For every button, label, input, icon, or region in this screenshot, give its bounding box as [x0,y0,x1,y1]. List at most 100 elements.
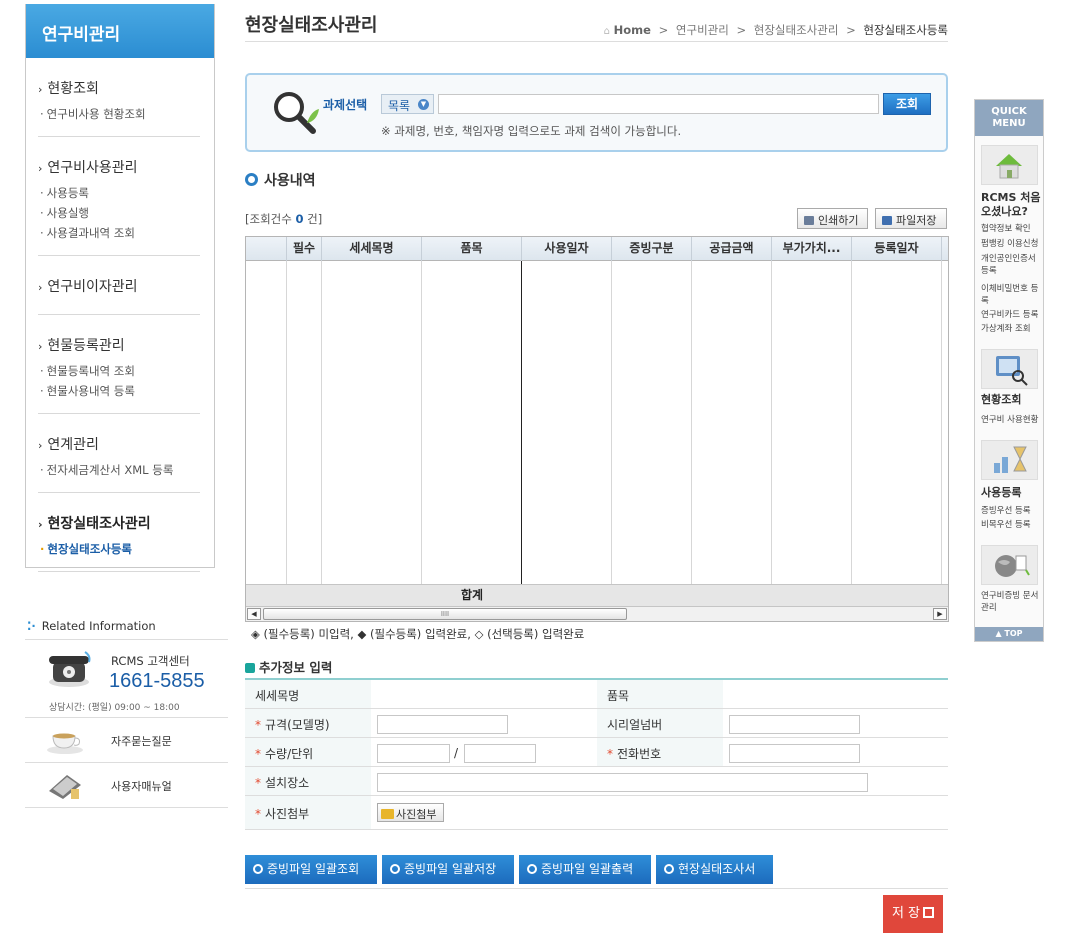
scroll-right-icon[interactable]: ▶ [933,608,947,620]
menu-group-interest: 연구비이자관리 [38,256,200,315]
evidence-bulk-print-button[interactable]: 증빙파일 일괄출력 [519,855,651,884]
quick-link-firmbanking[interactable]: 펌뱅킹 이용신청 [981,238,1043,250]
grid-column [612,237,692,621]
photo-attach-label: 사진첨부 [396,808,437,821]
search-type-select[interactable]: 목록 ▼ [381,94,434,114]
grid-header: 필수 세세목명 품목 사용일자 증빙구분 공급금액 부가가치... 등록일자 [246,237,948,261]
quick-link-usage-status[interactable]: 연구비 사용현황 [981,414,1043,426]
grid-legend: ◈ (필수등록) 미입력, ◆ (필수등록) 입력완료, ◇ (선택등록) 입력… [251,627,585,641]
back-to-top-button[interactable]: ▲ TOP [975,627,1043,641]
search-input[interactable] [438,94,879,114]
photo-attach-button[interactable]: 사진첨부 [377,803,444,822]
spec-label-text: 규격(모델명) [265,718,330,732]
grid-column [692,237,772,621]
save-disk-icon [923,907,935,918]
menu-status-usage[interactable]: 연구비사용 현황조회 [38,104,200,124]
breadcrumb-separator: > [846,23,856,37]
scroll-left-icon[interactable]: ◀ [247,608,261,620]
breadcrumb-home[interactable]: Home [614,23,651,37]
column-header-required[interactable]: 필수 [287,237,322,261]
printer-icon [804,216,814,225]
grid-total-row: 합계 [246,584,948,606]
menu-usage-manage[interactable]: 연구비사용관리 [38,157,200,177]
column-header-detail[interactable]: 세세목명 [322,237,422,261]
menu-inkind-list[interactable]: 현물등록내역 조회 [38,361,200,381]
quick-status-title[interactable]: 현황조회 [981,393,1043,407]
spec-input[interactable] [377,715,508,734]
menu-group-survey: 현장실태조사관리 현장실태조사등록 [38,493,200,572]
project-select-label: 과제선택 [323,98,368,112]
quick-link-evidence-docs[interactable]: 연구비증빙 문서관리 [981,590,1043,614]
item-label: 품목 [597,680,723,708]
globe-documents-icon[interactable] [981,545,1038,585]
search-hint: ※ 과제명, 번호, 책임자명 입력으로도 과제 검색이 가능합니다. [381,124,682,138]
menu-usage-register[interactable]: 사용등록 [38,183,200,203]
menu-inkind[interactable]: 현물등록관리 [38,335,200,355]
chart-hourglass-icon[interactable] [981,440,1038,480]
serial-input[interactable] [729,715,860,734]
quick-link-agreement[interactable]: 협약정보 확인 [981,223,1043,235]
evidence-bulk-view-button[interactable]: 증빙파일 일괄조회 [245,855,377,884]
page-title: 현장실태조사관리 [245,15,378,36]
evidence-bulk-save-button[interactable]: 증빙파일 일괄저장 [382,855,514,884]
quick-link-evidence-first[interactable]: 증빙우선 등록 [981,505,1043,517]
column-header-supply-amount[interactable]: 공급금액 [692,237,772,261]
callcenter: RCMS 고객센터 1661-5855 상담시간: (평일) 09:00 ~ 1… [25,640,228,718]
menu-usage-result[interactable]: 사용결과내역 조회 [38,223,200,243]
phone-label-text: 전화번호 [617,747,662,761]
unit-input[interactable] [464,744,536,763]
print-button[interactable]: 인쇄하기 [797,208,868,229]
usage-section-title: 사용내역 [245,170,316,190]
menu-group-usage: 연구비사용관리 사용등록 사용실행 사용결과내역 조회 [38,137,200,256]
breadcrumb-item-2[interactable]: 현장실태조사관리 [754,23,839,37]
grid-column [422,237,522,621]
monitor-search-icon[interactable] [981,349,1038,389]
menu-link[interactable]: 연계관리 [38,434,200,454]
quick-link-card[interactable]: 연구비카드 등록 [981,309,1043,321]
quick-first-visit-title[interactable]: RCMS 처음 오셨나요? [981,191,1043,219]
save-button[interactable]: 저 장 [883,895,943,933]
print-label: 인쇄하기 [818,214,859,227]
quick-link-certificate[interactable]: 개인공인인증서 등록 [981,253,1043,277]
grid-column [772,237,852,621]
menu-usage-execute[interactable]: 사용실행 [38,203,200,223]
quantity-input[interactable] [377,744,450,763]
column-header-usage-date[interactable]: 사용일자 [522,237,612,261]
quick-link-category-first[interactable]: 비목우선 등록 [981,519,1043,531]
place-input[interactable] [377,773,868,792]
scroll-thumb[interactable]: IIII [263,608,627,620]
callcenter-name: RCMS 고객센터 [111,654,190,668]
horizontal-scrollbar[interactable]: ◀ IIII ▶ [246,606,948,621]
survey-report-button[interactable]: 현장실태조사서 [656,855,773,884]
quick-register-title[interactable]: 사용등록 [981,486,1043,500]
save-file-button[interactable]: 파일저장 [875,208,947,229]
home-icon[interactable]: ⌂ [604,26,610,37]
column-header-item[interactable]: 품목 [422,237,522,261]
quick-link-virtual-account[interactable]: 가상계좌 조회 [981,323,1043,335]
faq-link[interactable]: 자주묻는질문 [25,718,228,763]
menu-survey-register[interactable]: 현장실태조사등록 [38,539,200,559]
column-header-check[interactable] [246,237,287,261]
grid-column [287,237,322,621]
evidence-bulk-save-label: 증빙파일 일괄저장 [404,862,497,876]
place-label-text: 설치장소 [265,776,310,790]
bullet-square-icon [245,663,255,673]
quick-link-transfer-password[interactable]: 이체비밀번호 등록 [981,283,1043,307]
menu-status[interactable]: 현황조회 [38,78,200,98]
floppy-icon [882,216,892,225]
quantity-label-text: 수량/단위 [265,747,314,761]
column-header-evidence-type[interactable]: 증빙구분 [612,237,692,261]
breadcrumb-item-1[interactable]: 연구비관리 [676,23,729,37]
column-header-register-date[interactable]: 등록일자 [852,237,942,261]
menu-survey[interactable]: 현장실태조사관리 [38,513,200,533]
manual-link[interactable]: 사용자매뉴얼 [25,763,228,808]
menu-interest[interactable]: 연구비이자관리 [38,276,200,296]
search-button[interactable]: 조회 [883,93,931,115]
breadcrumb: ⌂ Home > 연구비관리 > 현장실태조사관리 > 현장실태조사등록 [604,22,948,38]
house-icon[interactable] [981,145,1038,185]
menu-inkind-usage[interactable]: 현물사용내역 등록 [38,381,200,401]
menu-link-xml[interactable]: 전자세금계산서 XML 등록 [38,460,200,480]
teacup-icon [47,733,83,754]
phone-input[interactable] [729,744,860,763]
column-header-vat[interactable]: 부가가치... [772,237,852,261]
